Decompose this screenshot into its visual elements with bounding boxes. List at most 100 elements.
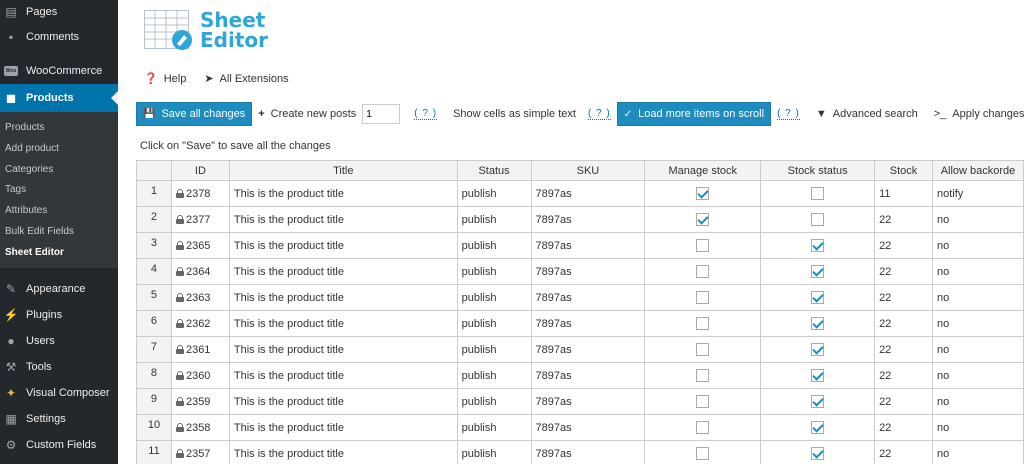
submenu-item-tags[interactable]: Tags <box>0 180 118 201</box>
sku-cell[interactable]: 7897as <box>530 180 646 207</box>
status-cell[interactable]: publish <box>456 414 532 441</box>
backorders-cell[interactable]: no <box>931 336 1024 363</box>
manage-stock-checkbox[interactable] <box>696 343 710 356</box>
stock-status-checkbox[interactable] <box>811 369 825 382</box>
submenu-item-sheet-editor[interactable]: Sheet Editor <box>0 243 118 264</box>
manage-stock-checkbox[interactable] <box>696 369 710 382</box>
row-number-cell[interactable]: 2 <box>136 206 172 233</box>
backorders-cell[interactable]: no <box>931 258 1024 285</box>
menu-item-appearance[interactable]: ✎ Appearance <box>0 276 118 302</box>
title-cell[interactable]: This is the product title <box>228 258 458 285</box>
save-all-changes-button[interactable]: 💾 Save all changes <box>136 102 253 126</box>
help-link[interactable]: ❓ Help <box>144 72 186 86</box>
sku-cell[interactable]: 7897as <box>530 284 646 311</box>
title-cell[interactable]: This is the product title <box>228 310 458 337</box>
stock-cell[interactable]: 22 <box>874 206 933 233</box>
manage-stock-checkbox[interactable] <box>696 239 710 252</box>
apply-changes-in-bulk-button[interactable]: >_ Apply changes in bulk <box>928 102 1024 126</box>
title-cell[interactable]: This is the product title <box>228 206 458 233</box>
row-number-cell[interactable]: 4 <box>136 258 172 285</box>
row-number-cell[interactable]: 5 <box>136 284 172 311</box>
row-number-cell[interactable]: 8 <box>136 362 172 389</box>
status-cell[interactable]: publish <box>456 232 532 259</box>
load-more-help-link[interactable]: ( ? ) <box>777 108 800 120</box>
stock-status-checkbox[interactable] <box>811 343 825 356</box>
show-cells-simple-text-toggle[interactable]: Show cells as simple text <box>447 102 582 126</box>
create-posts-help-link[interactable]: ( ? ) <box>414 108 438 120</box>
status-cell[interactable]: publish <box>456 388 532 415</box>
row-number-cell[interactable]: 7 <box>136 336 172 363</box>
load-more-on-scroll-toggle[interactable]: ✓ Load more items on scroll <box>616 102 772 126</box>
title-cell[interactable]: This is the product title <box>228 362 458 389</box>
sku-cell[interactable]: 7897as <box>530 440 646 464</box>
backorders-cell[interactable]: notify <box>931 180 1024 207</box>
sku-cell[interactable]: 7897as <box>530 362 646 389</box>
manage-stock-checkbox[interactable] <box>696 291 710 304</box>
stock-cell[interactable]: 22 <box>874 310 933 337</box>
status-cell[interactable]: publish <box>456 310 532 337</box>
stock-cell[interactable]: 11 <box>874 180 933 207</box>
menu-item-products[interactable]: ◼ Products <box>0 84 118 112</box>
advanced-search-button[interactable]: ▼ Advanced search <box>810 102 924 126</box>
menu-item-visual-composer[interactable]: ✦ Visual Composer <box>0 380 118 406</box>
submenu-item-categories[interactable]: Categories <box>0 160 118 181</box>
column-header-title[interactable]: Title <box>228 160 458 181</box>
stock-status-checkbox[interactable] <box>811 265 825 278</box>
backorders-cell[interactable]: no <box>931 414 1024 441</box>
backorders-cell[interactable]: no <box>931 206 1024 233</box>
stock-status-checkbox[interactable] <box>811 317 825 330</box>
backorders-cell[interactable]: no <box>931 388 1024 415</box>
stock-cell[interactable]: 22 <box>874 388 933 415</box>
menu-item-woocommerce[interactable]: Woo WooCommerce <box>0 58 118 84</box>
stock-status-checkbox[interactable] <box>811 395 825 408</box>
manage-stock-checkbox[interactable] <box>696 265 710 278</box>
column-header-sku[interactable]: SKU <box>530 160 646 181</box>
stock-cell[interactable]: 22 <box>874 362 933 389</box>
row-number-cell[interactable]: 9 <box>136 388 172 415</box>
title-cell[interactable]: This is the product title <box>228 284 458 311</box>
submenu-item-add-product[interactable]: Add product <box>0 139 118 160</box>
title-cell[interactable]: This is the product title <box>228 232 458 259</box>
title-cell[interactable]: This is the product title <box>228 180 458 207</box>
stock-cell[interactable]: 22 <box>874 440 933 464</box>
status-cell[interactable]: publish <box>456 206 532 233</box>
stock-status-checkbox[interactable] <box>811 187 825 200</box>
row-number-cell[interactable]: 3 <box>136 232 172 259</box>
manage-stock-checkbox[interactable] <box>696 187 710 200</box>
simple-text-help-link[interactable]: ( ? ) <box>587 108 611 120</box>
submenu-item-products[interactable]: Products <box>0 118 118 139</box>
sku-cell[interactable]: 7897as <box>530 206 646 233</box>
stock-cell[interactable]: 22 <box>874 284 933 311</box>
stock-cell[interactable]: 22 <box>874 232 933 259</box>
stock-status-checkbox[interactable] <box>811 291 825 304</box>
sku-cell[interactable]: 7897as <box>530 336 646 363</box>
stock-status-checkbox[interactable] <box>811 421 825 434</box>
backorders-cell[interactable]: no <box>931 362 1024 389</box>
row-number-cell[interactable]: 11 <box>136 440 172 464</box>
backorders-cell[interactable]: no <box>931 284 1024 311</box>
manage-stock-checkbox[interactable] <box>696 447 710 460</box>
column-header-manage-stock[interactable]: Manage stock <box>644 160 762 181</box>
menu-item-pages[interactable]: ▤ Pages <box>0 0 118 24</box>
column-header-stock[interactable]: Stock <box>874 160 933 181</box>
status-cell[interactable]: publish <box>456 440 532 464</box>
title-cell[interactable]: This is the product title <box>228 388 458 415</box>
stock-status-checkbox[interactable] <box>811 239 825 252</box>
menu-item-settings[interactable]: ▦ Settings <box>0 406 118 432</box>
title-cell[interactable]: This is the product title <box>228 414 458 441</box>
manage-stock-checkbox[interactable] <box>696 421 710 434</box>
sku-cell[interactable]: 7897as <box>530 232 646 259</box>
column-header-allow-backorders[interactable]: Allow backorde <box>931 160 1024 181</box>
stock-cell[interactable]: 22 <box>874 258 933 285</box>
title-cell[interactable]: This is the product title <box>228 336 458 363</box>
backorders-cell[interactable]: no <box>931 310 1024 337</box>
submenu-item-attributes[interactable]: Attributes <box>0 201 118 222</box>
sku-cell[interactable]: 7897as <box>530 258 646 285</box>
create-new-posts-button[interactable]: + Create new posts <box>252 102 362 126</box>
stock-status-checkbox[interactable] <box>811 213 825 226</box>
row-number-cell[interactable]: 6 <box>136 310 172 337</box>
status-cell[interactable]: publish <box>456 284 532 311</box>
status-cell[interactable]: publish <box>456 336 532 363</box>
manage-stock-checkbox[interactable] <box>696 213 710 226</box>
stock-cell[interactable]: 22 <box>874 414 933 441</box>
